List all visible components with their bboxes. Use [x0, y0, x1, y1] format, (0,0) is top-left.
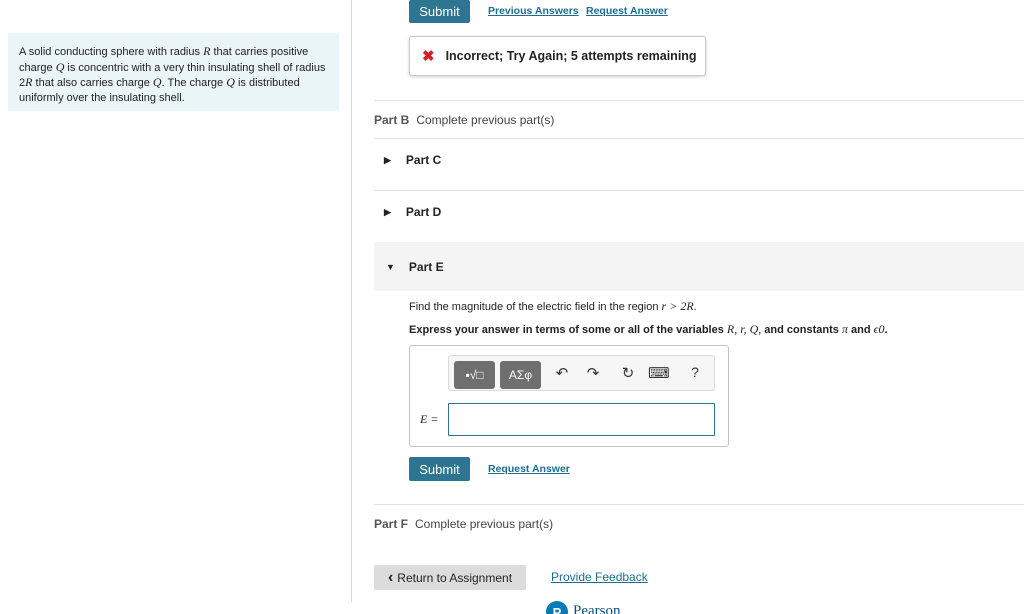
- provide-feedback-link[interactable]: Provide Feedback: [551, 570, 648, 584]
- reset-icon[interactable]: ↻: [619, 364, 637, 382]
- templates-button[interactable]: ▪√□: [454, 361, 495, 389]
- pearson-logo-icon: P: [546, 601, 568, 614]
- greek-symbols-button[interactable]: AΣφ: [500, 361, 541, 389]
- part-a-request-answer-link[interactable]: Request Answer: [586, 5, 668, 17]
- instructions-text: and constants: [761, 324, 842, 336]
- divider: [374, 138, 1024, 139]
- help-icon[interactable]: ?: [686, 364, 704, 380]
- part-f-label: Part F: [374, 517, 409, 531]
- instructions-vars: R, r, Q,: [726, 322, 762, 336]
- math-toolbar: ▪√□ AΣφ ↶ ↷ ↻ ⌨ ?: [448, 355, 715, 391]
- answer-label: E =: [420, 412, 438, 427]
- keyboard-icon[interactable]: ⌨: [648, 364, 670, 382]
- pearson-brand: Pearson: [573, 603, 621, 614]
- triangle-right-icon: ▶: [384, 206, 391, 217]
- chevron-left-icon: ‹: [387, 568, 394, 586]
- part-e-question: Find the magnitude of the electric field…: [409, 299, 697, 314]
- problem-text: A solid conducting sphere with radius: [19, 46, 204, 58]
- part-f-status: Complete previous part(s): [415, 517, 554, 531]
- part-b-label: Part B: [374, 113, 410, 127]
- part-d-toggle[interactable]: ▶ Part D: [384, 205, 441, 219]
- part-d-label: Part D: [405, 205, 442, 219]
- instructions-epsilon: ϵ0: [873, 322, 885, 336]
- instructions-text: and: [847, 324, 874, 336]
- part-e-request-answer-link[interactable]: Request Answer: [488, 463, 570, 475]
- part-c-label: Part C: [405, 153, 442, 167]
- divider: [374, 190, 1024, 191]
- answer-label-text: E =: [420, 412, 439, 426]
- return-label: Return to Assignment: [397, 570, 513, 585]
- part-e-instructions: Express your answer in terms of some or …: [409, 322, 888, 337]
- undo-icon[interactable]: ↶: [553, 364, 571, 382]
- answer-input[interactable]: [448, 403, 715, 436]
- error-x-icon: ✖: [422, 48, 435, 65]
- part-b-status: Complete previous part(s): [416, 113, 555, 127]
- feedback-text: Incorrect; Try Again; 5 attempts remaini…: [445, 49, 697, 63]
- part-c-toggle[interactable]: ▶ Part C: [384, 153, 441, 167]
- redo-icon[interactable]: ↷: [584, 364, 602, 382]
- return-to-assignment-button[interactable]: ‹ Return to Assignment: [374, 565, 526, 590]
- triangle-right-icon: ▶: [384, 154, 391, 165]
- instructions-text: Express your answer in terms of some or …: [409, 324, 727, 336]
- divider: [374, 504, 1024, 505]
- part-a-submit-button[interactable]: Submit: [409, 0, 470, 23]
- problem-text: that also carries charge: [32, 77, 153, 89]
- answer-box: ▪√□ AΣφ ↶ ↷ ↻ ⌨ ? E =: [409, 345, 729, 447]
- previous-answers-link[interactable]: Previous Answers: [488, 5, 579, 17]
- triangle-down-icon: ▼: [386, 261, 395, 272]
- part-e-toggle[interactable]: ▼ Part E: [374, 242, 1024, 291]
- problem-text: . The charge: [161, 77, 227, 89]
- question-text: Find the magnitude of the electric field…: [409, 301, 662, 313]
- part-b-row: Part B Complete previous part(s): [374, 113, 1024, 127]
- part-f-row: Part F Complete previous part(s): [374, 517, 1024, 531]
- feedback-message: ✖ Incorrect; Try Again; 5 attempts remai…: [409, 36, 706, 76]
- question-end: .: [693, 301, 697, 313]
- column-divider: [351, 0, 352, 602]
- math-Q: Q: [226, 75, 235, 89]
- part-e-label: Part E: [408, 259, 444, 274]
- part-e-submit-button[interactable]: Submit: [409, 457, 470, 481]
- question-math: r > 2R: [661, 299, 694, 313]
- problem-statement: A solid conducting sphere with radius R …: [8, 33, 339, 111]
- math-Q: Q: [152, 75, 162, 89]
- divider: [374, 100, 1024, 101]
- instructions-end: .: [884, 324, 888, 336]
